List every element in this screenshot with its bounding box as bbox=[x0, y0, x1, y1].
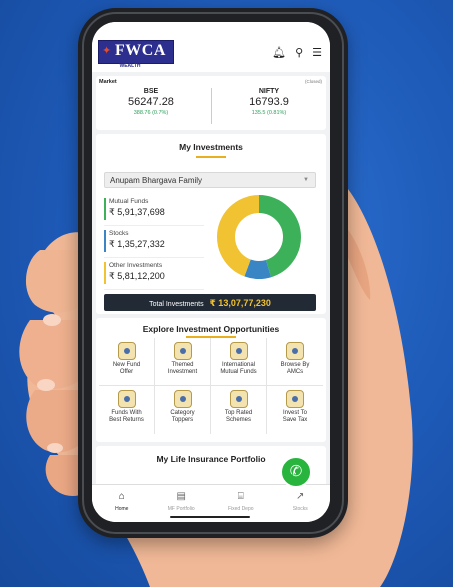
total-value: ₹ 13,07,77,230 bbox=[209, 298, 271, 308]
opportunity-label: Themed Investment bbox=[167, 362, 198, 375]
search-icon[interactable]: ⚲ bbox=[295, 46, 303, 59]
whatsapp-chat-button[interactable]: ✆ bbox=[280, 456, 312, 488]
mutual-funds-marker bbox=[104, 198, 106, 220]
investment-item-mutual-funds[interactable]: Mutual Funds ₹ 5,91,37,698 bbox=[104, 196, 204, 226]
opportunity-browse-amcs[interactable]: Browse By AMCs bbox=[267, 338, 323, 386]
allocation-donut-chart[interactable] bbox=[216, 194, 302, 280]
portfolio-icon: ▤ bbox=[176, 491, 186, 502]
family-select-value: Anupam Bhargava Family bbox=[110, 176, 203, 185]
chevron-down-icon: ▼ bbox=[303, 177, 309, 183]
explore-title: Explore Investment Opportunities bbox=[142, 324, 280, 334]
opportunity-category-toppers[interactable]: Category Toppers bbox=[155, 386, 211, 434]
market-title: Market bbox=[99, 79, 117, 85]
investment-name: Stocks bbox=[109, 230, 129, 237]
family-select[interactable]: Anupam Bhargava Family ▼ bbox=[104, 172, 316, 188]
logo-emblem-icon: ✦ bbox=[102, 45, 112, 57]
investment-item-other[interactable]: Other Investments ₹ 5,81,12,200 bbox=[104, 260, 204, 290]
investment-value: ₹ 1,35,27,332 bbox=[109, 239, 165, 249]
bell-icon[interactable]: 🔔︎ bbox=[272, 46, 286, 59]
investment-value: ₹ 5,91,37,698 bbox=[109, 207, 165, 217]
nifty-name: NIFTY bbox=[258, 88, 280, 95]
chart-icon: ↗ bbox=[296, 491, 305, 502]
brand-logo[interactable]: ✦ FWCA bbox=[98, 40, 174, 64]
globe-icon bbox=[229, 342, 248, 360]
nav-label: MF Portfolio bbox=[167, 506, 195, 512]
returns-icon bbox=[117, 390, 136, 408]
market-card: Market (Closed) BSE 56247.28 388.76 (0.7… bbox=[96, 76, 326, 130]
header-actions: 🔔︎ ⚲ ☰ bbox=[272, 46, 322, 59]
investments-title: My Investments bbox=[179, 142, 243, 152]
bse-name: BSE bbox=[143, 88, 159, 95]
opportunity-label: International Mutual Funds bbox=[220, 362, 257, 375]
nifty-index[interactable]: NIFTY 16793.9 135.5 (0.81%) bbox=[214, 88, 324, 116]
opportunity-label: Top Rated Schemes bbox=[224, 410, 253, 423]
opportunity-best-returns[interactable]: Funds With Best Returns bbox=[99, 386, 155, 434]
opportunities-grid: New Fund Offer Themed Investment Internati… bbox=[99, 338, 323, 434]
theme-icon bbox=[173, 342, 192, 360]
nifty-value: 16793.9 bbox=[249, 96, 289, 108]
nav-home[interactable]: ⌂ Home bbox=[92, 485, 152, 522]
opportunity-label: Browse By AMCs bbox=[280, 362, 310, 375]
opportunity-international-mf[interactable]: International Mutual Funds bbox=[211, 338, 267, 386]
home-icon: ⌂ bbox=[118, 491, 125, 502]
logo-text: FWCA bbox=[115, 42, 166, 59]
investment-name: Other Investments bbox=[109, 262, 163, 269]
whatsapp-icon: ✆ bbox=[289, 463, 303, 480]
market-status: (Closed) bbox=[304, 79, 322, 84]
opportunity-label: Invest To Save Tax bbox=[282, 410, 308, 423]
bse-change: 388.76 (0.7%) bbox=[133, 110, 169, 116]
opportunity-themed-investment[interactable]: Themed Investment bbox=[155, 338, 211, 386]
opportunity-top-rated[interactable]: Top Rated Schemes bbox=[211, 386, 267, 434]
title-underline bbox=[196, 156, 226, 158]
investment-name: Mutual Funds bbox=[109, 198, 149, 205]
nav-stocks[interactable]: ↗ Stocks bbox=[271, 485, 331, 522]
opportunity-label: Funds With Best Returns bbox=[109, 410, 144, 423]
nifty-change: 135.5 (0.81%) bbox=[251, 110, 287, 116]
bse-value: 56247.28 bbox=[128, 96, 174, 108]
opportunity-label: New Fund Offer bbox=[112, 362, 141, 375]
tax-document-icon bbox=[286, 390, 304, 408]
star-badge-icon bbox=[229, 390, 248, 408]
app-header: ✦ FWCA WEALTH 🔔︎ ⚲ ☰ bbox=[92, 22, 330, 72]
magnifier-icon bbox=[286, 342, 304, 360]
explore-opportunities-card: Explore Investment Opportunities New Fun… bbox=[96, 318, 326, 442]
investment-item-stocks[interactable]: Stocks ₹ 1,35,27,332 bbox=[104, 228, 204, 258]
stocks-marker bbox=[104, 230, 106, 252]
bank-icon: ⌸ bbox=[237, 491, 244, 502]
opportunity-save-tax[interactable]: Invest To Save Tax bbox=[267, 386, 323, 434]
home-indicator bbox=[170, 516, 250, 518]
opportunity-label: Category Toppers bbox=[170, 410, 195, 423]
total-investments-bar: Total Investments ₹ 13,07,77,230 bbox=[104, 294, 316, 311]
divider bbox=[211, 88, 212, 124]
bse-index[interactable]: BSE 56247.28 388.76 (0.7%) bbox=[96, 88, 206, 116]
opportunity-new-fund-offer[interactable]: New Fund Offer bbox=[99, 338, 155, 386]
money-bag-icon bbox=[117, 342, 136, 360]
logo-subtitle: WEALTH bbox=[119, 63, 141, 69]
menu-icon[interactable]: ☰ bbox=[312, 46, 322, 59]
total-label: Total Investments bbox=[149, 301, 204, 308]
medal-icon bbox=[173, 390, 192, 408]
investment-value: ₹ 5,81,12,200 bbox=[109, 271, 165, 281]
nav-label: Home bbox=[115, 506, 129, 512]
app-screen: ✦ FWCA WEALTH 🔔︎ ⚲ ☰ Market (Closed) BSE… bbox=[92, 22, 330, 522]
other-investments-marker bbox=[104, 262, 106, 284]
investment-list: Mutual Funds ₹ 5,91,37,698 Stocks ₹ 1,35… bbox=[104, 196, 204, 292]
nav-label: Stocks bbox=[292, 506, 308, 512]
nav-label: Fixed Depo bbox=[227, 506, 254, 512]
my-investments-card: My Investments Anupam Bhargava Family ▼ … bbox=[96, 134, 326, 314]
